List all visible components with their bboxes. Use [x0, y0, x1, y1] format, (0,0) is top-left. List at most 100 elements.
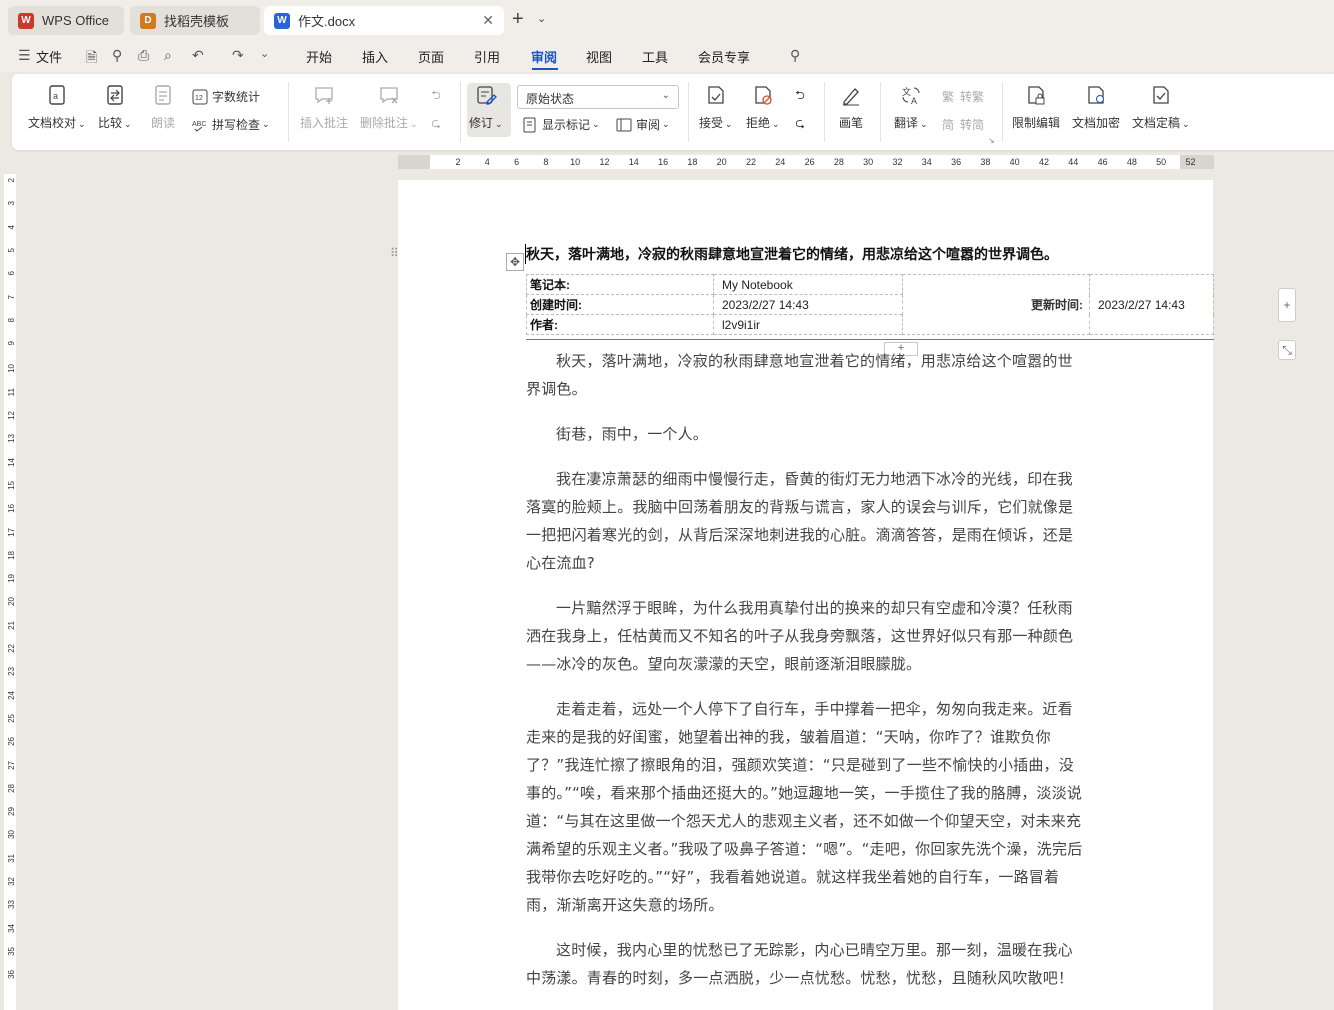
insert-comment-button[interactable]: 插入批注 — [300, 82, 348, 131]
resize-table-icon[interactable]: ⤡ — [1278, 340, 1296, 360]
read-aloud-button[interactable]: 朗读 — [150, 82, 176, 131]
ruler-tick: 38 — [980, 157, 991, 167]
menu-member[interactable]: 会员专享 — [698, 47, 750, 66]
prev-comment-icon: ⮌ — [431, 87, 441, 102]
finalize-button[interactable]: 文档定稿 ⌄ — [1132, 82, 1190, 131]
to-simplified-button[interactable]: 简 转简 — [940, 116, 984, 133]
markup-state-select[interactable]: 原始状态 ⌄ — [517, 85, 679, 109]
paragraph[interactable]: 这时候，我内心里的忧愁已了无踪影，内心已晴空万里。那一刻，温暖在我心中荡漾。青春… — [526, 936, 1086, 992]
delete-comment-button[interactable]: 删除批注 ⌄ — [360, 82, 418, 131]
next-comment-button[interactable]: ⮎ — [428, 116, 448, 132]
chevron-down-icon[interactable]: ⌄ — [260, 47, 269, 60]
paragraph[interactable]: 我在凄凉萧瑟的细雨中慢慢行走，昏黄的街灯无力地洒下冰冷的光线，印在我落寞的脸颊上… — [526, 465, 1086, 577]
new-tab-icon[interactable]: + — [512, 8, 524, 31]
track-changes-label: 修订 — [469, 116, 494, 130]
to-traditional-button[interactable]: 繁 转繁 — [940, 88, 984, 105]
document-body[interactable]: 秋天，落叶满地，冷寂的秋雨肆意地宣泄着它的情绪，用悲凉给这个喧嚣的世界调色。 街… — [526, 347, 1086, 1009]
search-icon[interactable]: ⚲ — [790, 47, 800, 64]
compare-button[interactable]: 比较 ⌄ — [98, 82, 132, 131]
menu-references[interactable]: 引用 — [474, 47, 500, 66]
svg-text:文: 文 — [902, 86, 911, 97]
vertical-ruler-tick: 32 — [7, 877, 16, 886]
table-move-icon[interactable]: ✥ — [506, 253, 524, 271]
undo-icon[interactable]: ↶ — [192, 47, 204, 64]
ruler-tick: 32 — [892, 157, 903, 167]
ruler-tick: 6 — [514, 157, 520, 167]
encrypt-label: 文档加密 — [1072, 116, 1121, 130]
vertical-ruler-tick: 16 — [7, 504, 16, 514]
vertical-ruler-tick: 28 — [7, 783, 16, 793]
next-change-button[interactable]: ⮎ — [792, 116, 812, 132]
menu-review[interactable]: 审阅 — [531, 47, 557, 66]
paragraph[interactable]: 一片黯然浮于眼眸，为什么我用真挚付出的换来的却只有空虚和冷漠？任秋雨洒在我身上，… — [526, 594, 1086, 678]
document-heading[interactable]: 秋天，落叶满地，冷寂的秋雨肆意地宣泄着它的情绪，用悲凉给这个喧嚣的世界调色。 — [526, 244, 1058, 264]
word-count-button[interactable]: 12 字数统计 — [192, 88, 260, 105]
review-pane-button[interactable]: 审阅 ⌄ — [616, 116, 670, 133]
notebook-value[interactable]: My Notebook — [713, 274, 903, 295]
menu-insert[interactable]: 插入 — [362, 47, 388, 66]
metadata-table[interactable]: 笔记本: My Notebook 更新时间: 2023/2/27 14:43 创… — [526, 274, 1214, 335]
spell-check-button[interactable]: ABC 拼写检查 ⌄ — [192, 116, 270, 133]
ruler-tick: 26 — [804, 157, 815, 167]
proofread-button[interactable]: a 文档校对 ⌄ — [28, 82, 86, 131]
author-value[interactable]: l2v9i1ir — [713, 314, 903, 335]
vertical-ruler-tick: 6 — [7, 271, 16, 276]
pen-label: 画笔 — [838, 116, 863, 130]
vertical-ruler-tick: 20 — [7, 597, 16, 607]
hamburger-icon[interactable]: ☰ — [18, 47, 31, 64]
paragraph[interactable]: 街巷，雨中，一个人。 — [526, 420, 1086, 448]
created-value[interactable]: 2023/2/27 14:43 — [713, 294, 903, 315]
accept-label: 接受 — [699, 116, 724, 130]
accept-button[interactable]: 接受 ⌄ — [699, 82, 733, 131]
vertical-ruler-tick: 13 — [7, 434, 16, 444]
close-icon[interactable]: ✕ — [482, 12, 494, 29]
add-column-icon[interactable]: + — [1278, 288, 1296, 322]
menu-view[interactable]: 视图 — [586, 47, 612, 66]
vertical-ruler-tick: 18 — [7, 550, 16, 560]
paragraph[interactable]: 走着走着，远处一个人停下了自行车，手中撑着一把伞，匆匆向我走来。近看走来的是我的… — [526, 695, 1086, 919]
expand-corner-icon[interactable]: ↘ — [988, 136, 995, 145]
menu-tools[interactable]: 工具 — [642, 47, 668, 66]
tab-document[interactable]: W 作文.docx ✕ — [264, 6, 504, 35]
print-icon[interactable]: ⎙ — [138, 47, 149, 64]
menu-home[interactable]: 开始 — [306, 47, 332, 66]
print-preview-icon[interactable]: ⌕ — [164, 47, 172, 64]
ruler-tick: 4 — [484, 157, 490, 167]
wps-logo-icon: W — [18, 12, 34, 29]
restrict-edit-button[interactable]: 限制编辑 — [1012, 82, 1060, 131]
spell-check-label: 拼写检查 — [212, 118, 261, 132]
ruler-tick: 22 — [745, 157, 756, 167]
tab-docer-templates[interactable]: D 找稻壳模板 — [130, 6, 260, 35]
redo-icon[interactable]: ↷ — [232, 47, 244, 64]
drag-handle-icon[interactable]: ⠿ — [390, 246, 399, 260]
encrypt-button[interactable]: 文档加密 — [1072, 82, 1120, 131]
menu-page[interactable]: 页面 — [418, 47, 444, 66]
prev-comment-button[interactable]: ⮌ — [428, 88, 448, 104]
search-doc-icon[interactable]: ⚲ — [112, 47, 122, 64]
ribbon-separator — [688, 82, 689, 142]
pen-button[interactable]: 画笔 — [838, 82, 864, 131]
paragraph[interactable]: 秋天，落叶满地，冷寂的秋雨肆意地宣泄着它的情绪，用悲凉给这个喧嚣的世界调色。 — [526, 347, 1086, 403]
vertical-ruler-tick: 31 — [7, 853, 16, 863]
translate-button[interactable]: 文A 翻译 ⌄ — [894, 82, 928, 131]
read-aloud-icon — [150, 82, 176, 108]
vertical-ruler-tick: 4 — [7, 224, 16, 230]
table-bottom-border — [526, 339, 1214, 340]
next-change-icon: ⮎ — [795, 115, 805, 130]
vertical-ruler[interactable]: 2 3 4 5 6 7 8 9 10 11 12 13 14 15 16 17 18 19 20 21 22 23 24 25… — [4, 174, 16, 1010]
track-changes-button[interactable]: 修订 ⌄ — [469, 82, 503, 131]
reject-button[interactable]: 拒绝 ⌄ — [746, 82, 780, 131]
save-icon[interactable]: 🗎 — [86, 47, 97, 71]
vertical-ruler-tick: 33 — [7, 900, 16, 910]
vertical-ruler-tick: 7 — [7, 294, 16, 299]
prev-change-button[interactable]: ⮌ — [792, 88, 812, 104]
updated-value[interactable]: 2023/2/27 14:43 — [1089, 274, 1214, 335]
ruler-tick: 46 — [1097, 157, 1108, 167]
finalize-label: 文档定稿 — [1132, 116, 1181, 130]
tab-wps-office[interactable]: W WPS Office — [8, 6, 124, 35]
vertical-ruler-tick: 24 — [7, 690, 16, 700]
show-markup-button[interactable]: 显示标记 ⌄ — [522, 116, 600, 133]
menu-file[interactable]: 文件 — [36, 47, 62, 66]
ribbon-separator — [880, 82, 881, 142]
chevron-down-icon[interactable]: ⌄ — [537, 12, 546, 25]
